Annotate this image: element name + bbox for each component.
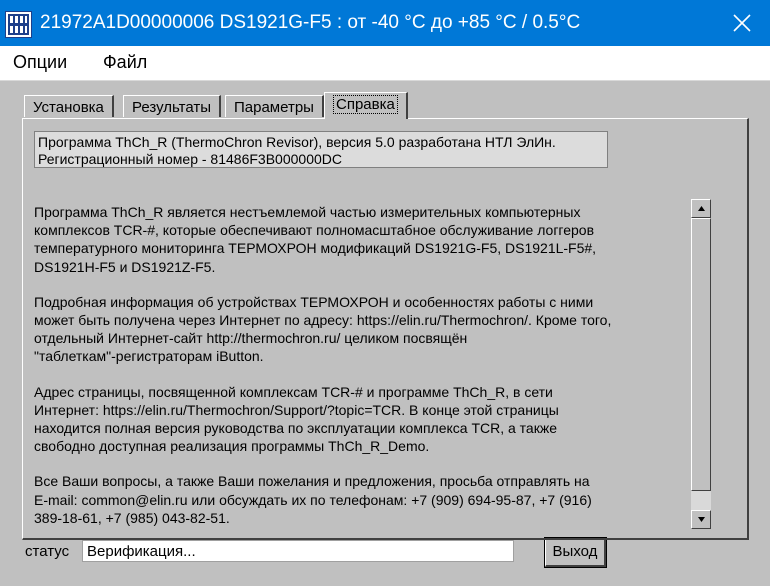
scroll-down-button[interactable] bbox=[691, 510, 711, 529]
tab-setup-label: Установка bbox=[33, 99, 104, 116]
client-area: Установка Результаты Параметры Справка П… bbox=[0, 81, 770, 586]
version-info-box: Программа ThCh_R (ThermoChron Revisor), … bbox=[34, 131, 608, 168]
tab-setup[interactable]: Установка bbox=[24, 95, 114, 117]
tab-parameters-label: Параметры bbox=[234, 99, 314, 116]
tab-help-label: Справка bbox=[333, 95, 398, 114]
window-title: 21972A1D00000006 DS1921G-F5 : от -40 °C … bbox=[40, 12, 581, 33]
help-paragraph-3: Адрес страницы, посвященной комплексам T… bbox=[34, 383, 559, 455]
vertical-scrollbar[interactable] bbox=[691, 199, 711, 529]
help-text-area[interactable]: Программа ThCh_R является нестъемлемой ч… bbox=[34, 203, 690, 529]
scroll-thumb[interactable] bbox=[691, 218, 711, 491]
registration-line: Регистрационный номер - 81486F3B000000DC bbox=[38, 151, 342, 167]
close-button[interactable] bbox=[714, 0, 770, 46]
tab-results[interactable]: Результаты bbox=[123, 95, 221, 117]
tab-parameters[interactable]: Параметры bbox=[225, 95, 324, 117]
status-field: Верификация... bbox=[82, 540, 514, 562]
arrow-up-icon bbox=[698, 206, 705, 211]
tab-help[interactable]: Справка bbox=[324, 92, 408, 119]
thermochron-app-icon[interactable] bbox=[5, 11, 32, 38]
help-paragraph-1: Программа ThCh_R является нестъемлемой ч… bbox=[34, 204, 597, 275]
arrow-down-icon bbox=[698, 517, 705, 522]
close-icon bbox=[733, 14, 751, 32]
menu-options[interactable]: Опции bbox=[13, 52, 67, 73]
menu-file[interactable]: Файл bbox=[103, 52, 147, 73]
help-paragraph-4: Все Ваши вопросы, а также Ваши пожелания… bbox=[34, 473, 592, 526]
status-label: статус bbox=[25, 543, 70, 560]
version-line: Программа ThCh_R (ThermoChron Revisor), … bbox=[38, 134, 556, 150]
help-panel: Программа ThCh_R (ThermoChron Revisor), … bbox=[22, 118, 749, 540]
tab-results-label: Результаты bbox=[132, 99, 211, 116]
help-paragraph-2: Подробная информация об устройствах ТЕРМ… bbox=[34, 293, 612, 365]
exit-button[interactable]: Выход bbox=[544, 537, 607, 568]
menu-bar: Опции Файл bbox=[0, 46, 770, 81]
title-bar: 21972A1D00000006 DS1921G-F5 : от -40 °C … bbox=[0, 0, 770, 46]
scroll-up-button[interactable] bbox=[691, 199, 711, 218]
